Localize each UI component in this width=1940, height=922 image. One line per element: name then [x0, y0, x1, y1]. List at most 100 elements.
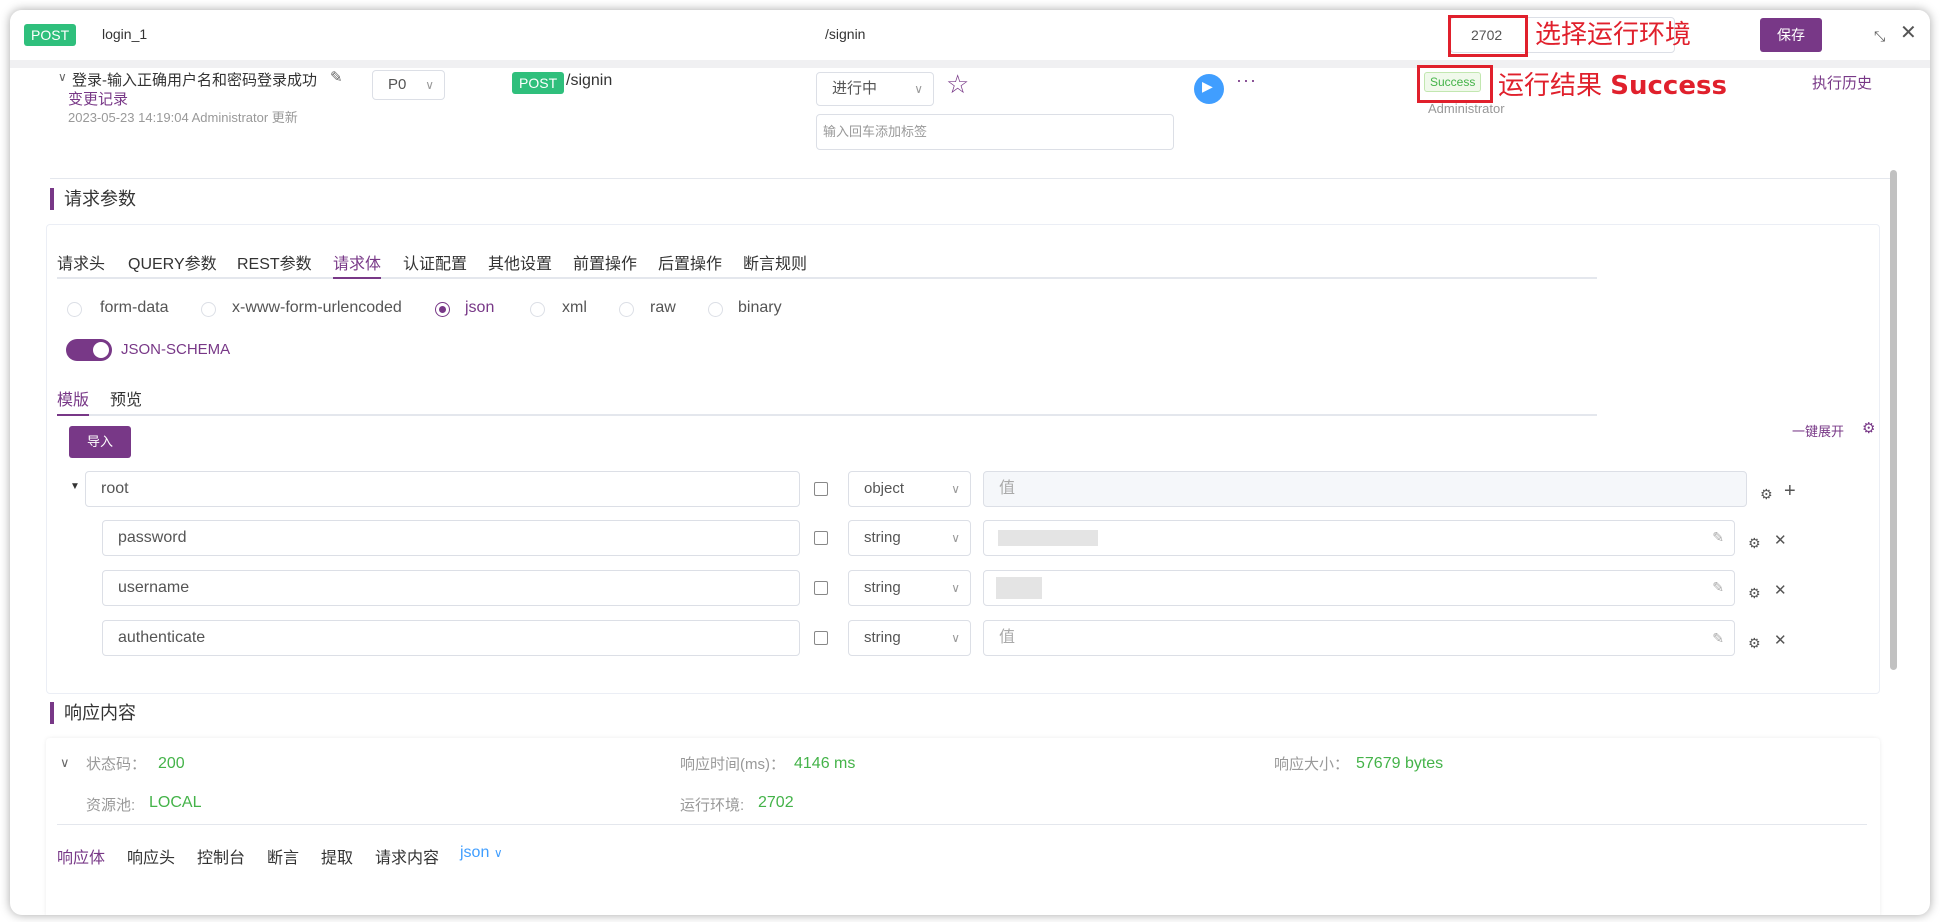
type-select[interactable]: string ∨: [848, 570, 971, 606]
remove-icon[interactable]: ✕: [1774, 633, 1787, 649]
collapse-chevron-icon[interactable]: ∨: [58, 70, 67, 84]
response-size-label: 响应大小：: [1274, 756, 1350, 773]
expand-all-link[interactable]: 一键展开: [1792, 421, 1844, 440]
tag-placeholder: 输入回车添加标签: [823, 124, 928, 139]
field-name: authenticate: [118, 629, 206, 646]
value-input[interactable]: 值: [983, 471, 1747, 507]
settings-icon[interactable]: ⚙: [1862, 419, 1875, 437]
status-code: 200: [158, 755, 185, 772]
expand-triangle-icon[interactable]: ▼: [70, 481, 80, 492]
save-button[interactable]: 保存: [1760, 18, 1822, 52]
change-log-link[interactable]: 变更记录: [68, 88, 128, 109]
header-path: /signin: [566, 72, 613, 89]
edit-icon[interactable]: ✎: [1712, 529, 1724, 546]
chevron-down-icon: ∨: [951, 631, 960, 645]
response-section-title: 响应内容: [50, 702, 136, 724]
type-select[interactable]: string ∨: [848, 520, 971, 556]
json-schema-toggle[interactable]: [66, 339, 112, 361]
required-checkbox[interactable]: [814, 631, 828, 645]
settings-icon[interactable]: ⚙: [1748, 585, 1761, 601]
tab-post[interactable]: 后置操作: [658, 250, 722, 274]
response-time-label: 响应时间(ms)：: [680, 756, 785, 773]
edit-icon[interactable]: ✎: [330, 68, 343, 86]
type-select[interactable]: string ∨: [848, 620, 971, 656]
response-size: 57679 bytes: [1356, 755, 1444, 772]
tab-extract[interactable]: 提取: [321, 844, 353, 868]
required-checkbox[interactable]: [814, 531, 828, 545]
settings-icon[interactable]: ⚙: [1748, 535, 1761, 551]
status-select[interactable]: 进行中 ∨: [816, 72, 934, 106]
tag-input[interactable]: 输入回车添加标签: [816, 114, 1174, 150]
chevron-down-icon: ∨: [425, 78, 434, 92]
value-input[interactable]: 值 ✎: [983, 620, 1735, 656]
field-name-input[interactable]: password: [102, 520, 800, 556]
radio-json[interactable]: [435, 302, 450, 317]
tab-request-content[interactable]: 请求内容: [375, 844, 439, 868]
settings-icon[interactable]: ⚙: [1748, 635, 1761, 651]
radio-label-form-data: form-data: [100, 299, 169, 316]
edit-icon[interactable]: ✎: [1712, 621, 1724, 655]
redacted-value: [998, 530, 1098, 546]
tab-assert[interactable]: 断言规则: [743, 250, 807, 274]
response-panel: [46, 738, 1880, 915]
radio-xml[interactable]: [530, 302, 545, 317]
schema-tabs-divider: [57, 414, 1597, 416]
tab-response-headers[interactable]: 响应头: [127, 844, 175, 868]
tab-pre[interactable]: 前置操作: [573, 250, 637, 274]
radio-label-json: json: [465, 299, 495, 316]
tab-query[interactable]: QUERY参数: [128, 250, 217, 274]
collapse-chevron-icon[interactable]: ∨: [60, 755, 70, 771]
remove-icon[interactable]: ✕: [1774, 583, 1787, 599]
import-button[interactable]: 导入: [69, 426, 131, 458]
value-input[interactable]: ✎: [983, 570, 1735, 606]
format-select[interactable]: json ∨: [460, 844, 503, 862]
radio-form-data[interactable]: [67, 302, 82, 317]
settings-icon[interactable]: ⚙: [1760, 486, 1773, 502]
tab-auth[interactable]: 认证配置: [403, 250, 467, 274]
radio-raw[interactable]: [619, 302, 634, 317]
priority-select[interactable]: P0 ∨: [372, 70, 445, 100]
required-checkbox[interactable]: [814, 581, 828, 595]
env-value: 2702: [758, 794, 794, 811]
result-annotation-value: Success: [1610, 71, 1727, 101]
field-name-input[interactable]: root: [85, 471, 800, 507]
type-select[interactable]: object ∨: [848, 471, 971, 507]
edit-icon[interactable]: ✎: [1712, 579, 1724, 596]
close-icon[interactable]: ✕: [1900, 23, 1917, 43]
radio-binary[interactable]: [708, 302, 723, 317]
scrollbar[interactable]: [1890, 170, 1897, 670]
add-icon[interactable]: +: [1784, 481, 1796, 501]
tab-headers[interactable]: 请求头: [57, 250, 105, 274]
tabs-divider: [57, 277, 1597, 279]
field-name-input[interactable]: username: [102, 570, 800, 606]
top-path: /signin: [825, 26, 866, 42]
tab-response-body[interactable]: 响应体: [57, 844, 105, 868]
field-name-input[interactable]: authenticate: [102, 620, 800, 656]
tab-rest[interactable]: REST参数: [237, 250, 312, 274]
more-icon[interactable]: ···: [1236, 70, 1257, 91]
radio-urlencoded[interactable]: [201, 302, 216, 317]
run-button[interactable]: ▶: [1194, 74, 1224, 104]
history-link[interactable]: 执行历史: [1812, 72, 1872, 93]
tab-assertions[interactable]: 断言: [267, 844, 299, 868]
pool-value: LOCAL: [149, 794, 202, 811]
case-name[interactable]: 登录-输入正确用户名和密码登录成功: [72, 69, 317, 90]
environment-annotation: 选择运行环境: [1535, 20, 1692, 50]
case-title: login_1: [102, 26, 148, 42]
tab-preview[interactable]: 预览: [110, 386, 142, 410]
remove-icon[interactable]: ✕: [1774, 533, 1787, 549]
play-icon: ▶: [1202, 78, 1213, 94]
tab-template[interactable]: 模版: [57, 386, 89, 410]
value-input[interactable]: ✎: [983, 520, 1735, 556]
star-icon[interactable]: ☆: [946, 69, 969, 100]
tab-console[interactable]: 控制台: [197, 844, 245, 868]
result-badge: Success: [1424, 72, 1482, 92]
shrink-icon[interactable]: ⤡: [1874, 28, 1885, 44]
required-checkbox[interactable]: [814, 482, 828, 496]
api-case-dialog: POST login_1 /signin 2702 选择运行环境 保存 ⤡ ✕ …: [10, 10, 1930, 915]
tab-other[interactable]: 其他设置: [488, 250, 552, 274]
active-tab-indicator: [333, 277, 381, 279]
type-value: object: [864, 480, 905, 497]
tab-body[interactable]: 请求体: [333, 250, 381, 274]
env-label: 运行环境:: [680, 797, 745, 814]
